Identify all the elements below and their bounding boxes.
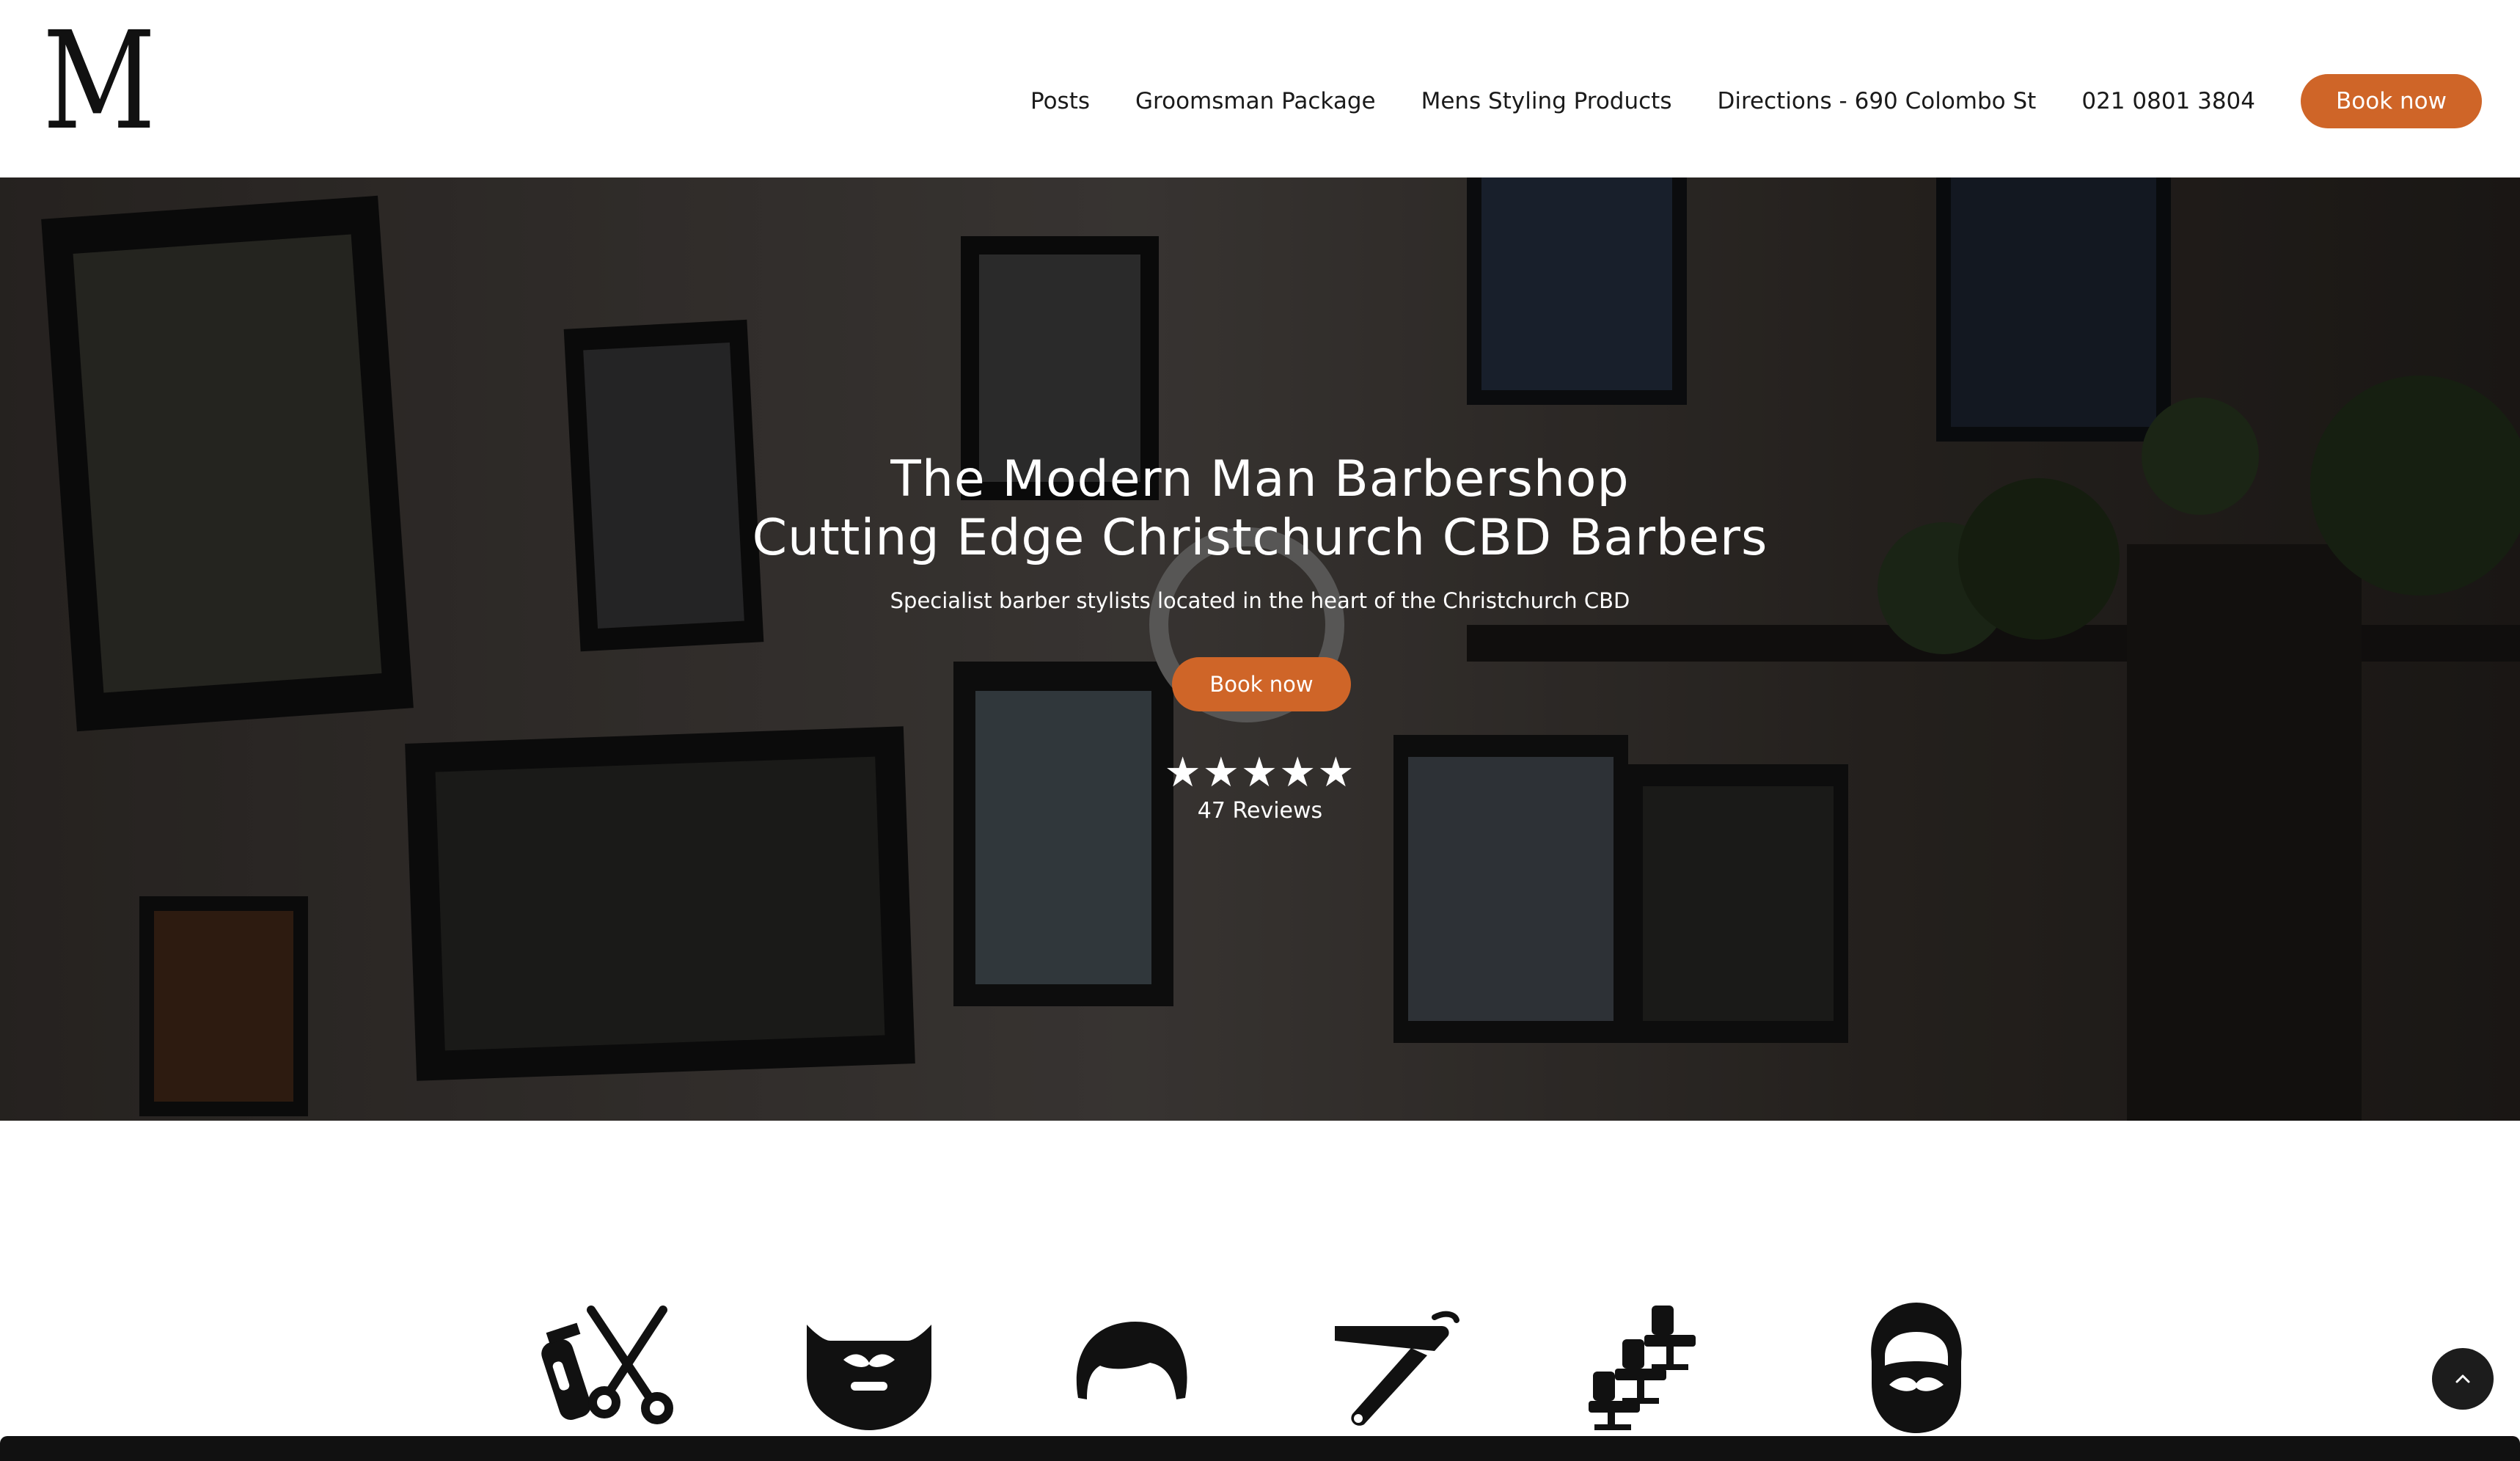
site-header: M Posts Groomsman Package Mens Styling P… bbox=[0, 0, 2520, 177]
main-nav: Posts Groomsman Package Mens Styling Pro… bbox=[1030, 73, 2482, 129]
footer-bar bbox=[0, 1436, 2520, 1461]
hero-title-line-2: Cutting Edge Christchurch CBD Barbers bbox=[752, 509, 1768, 567]
back-to-top-button[interactable] bbox=[2432, 1348, 2494, 1410]
hero-book-now-button[interactable]: Book now bbox=[1172, 657, 1351, 711]
hero-section: The Modern Man Barbershop Cutting Edge C… bbox=[0, 177, 2520, 1121]
clipper-scissors-icon[interactable] bbox=[540, 1295, 679, 1435]
hero-overlay bbox=[0, 177, 2520, 1121]
hero-subtitle: Specialist barber stylists located in th… bbox=[890, 588, 1630, 613]
nav-link-directions[interactable]: Directions - 690 Colombo St bbox=[1718, 88, 2037, 114]
reviews-link[interactable]: 47 Reviews bbox=[0, 798, 2520, 824]
beard-icon[interactable] bbox=[799, 1295, 939, 1435]
site-logo[interactable]: M bbox=[43, 14, 155, 149]
straight-razor-icon[interactable] bbox=[1325, 1295, 1464, 1435]
nav-link-mens-styling-products[interactable]: Mens Styling Products bbox=[1421, 88, 1672, 114]
barber-chairs-icon[interactable] bbox=[1586, 1295, 1725, 1435]
hair-icon[interactable] bbox=[1062, 1295, 1201, 1435]
nav-link-groomsman-package[interactable]: Groomsman Package bbox=[1135, 88, 1376, 114]
rating-stars-icon: ★★★★★ bbox=[1164, 749, 1356, 797]
nav-link-posts[interactable]: Posts bbox=[1030, 88, 1090, 114]
hero-title-line-1: The Modern Man Barbershop bbox=[890, 450, 1630, 508]
nav-link-phone[interactable]: 021 0801 3804 bbox=[2081, 88, 2255, 114]
header-book-now-button[interactable]: Book now bbox=[2301, 74, 2482, 128]
chevron-up-icon bbox=[2455, 1374, 2470, 1383]
services-section bbox=[0, 1121, 2520, 1436]
bearded-face-icon[interactable] bbox=[1847, 1295, 1986, 1435]
